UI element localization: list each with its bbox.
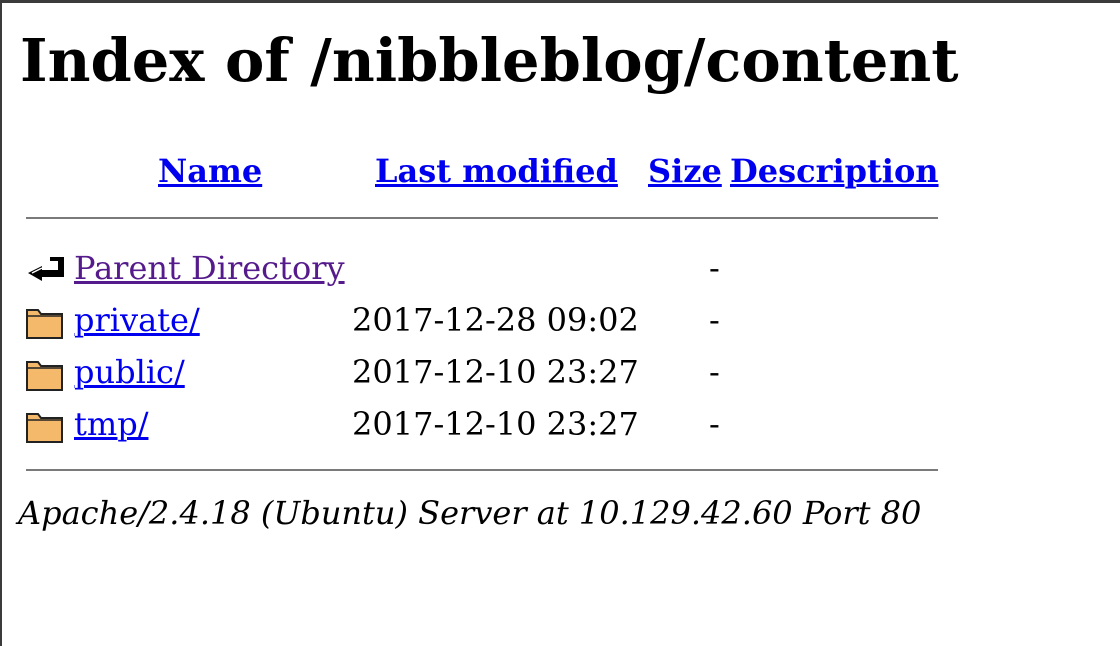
folder-icon bbox=[24, 353, 68, 393]
column-header-last-modified[interactable]: Last modified bbox=[375, 151, 618, 191]
parent-directory-link[interactable]: Parent Directory bbox=[74, 248, 345, 288]
footer-divider bbox=[26, 469, 938, 471]
column-header-size[interactable]: Size bbox=[648, 151, 722, 191]
directory-link-tmp[interactable]: tmp/ bbox=[74, 404, 148, 444]
size-cell: - bbox=[709, 353, 720, 391]
header-divider bbox=[26, 217, 938, 219]
size-cell: - bbox=[709, 405, 720, 443]
page-title: Index of /nibbleblog/content bbox=[20, 26, 959, 95]
last-modified-cell: 2017-12-10 23:27 bbox=[352, 353, 639, 391]
directory-link-private[interactable]: private/ bbox=[74, 300, 200, 340]
last-modified-cell: 2017-12-28 09:02 bbox=[352, 301, 639, 339]
last-modified-cell: 2017-12-10 23:27 bbox=[352, 405, 639, 443]
column-header-description[interactable]: Description bbox=[730, 151, 939, 191]
folder-icon bbox=[24, 405, 68, 445]
size-cell: - bbox=[709, 301, 720, 339]
folder-icon bbox=[24, 301, 68, 341]
back-arrow-icon bbox=[24, 247, 68, 287]
column-header-name[interactable]: Name bbox=[158, 151, 262, 191]
directory-link-public[interactable]: public/ bbox=[74, 352, 185, 392]
server-signature: Apache/2.4.18 (Ubuntu) Server at 10.129.… bbox=[18, 494, 922, 532]
size-cell: - bbox=[709, 249, 720, 287]
